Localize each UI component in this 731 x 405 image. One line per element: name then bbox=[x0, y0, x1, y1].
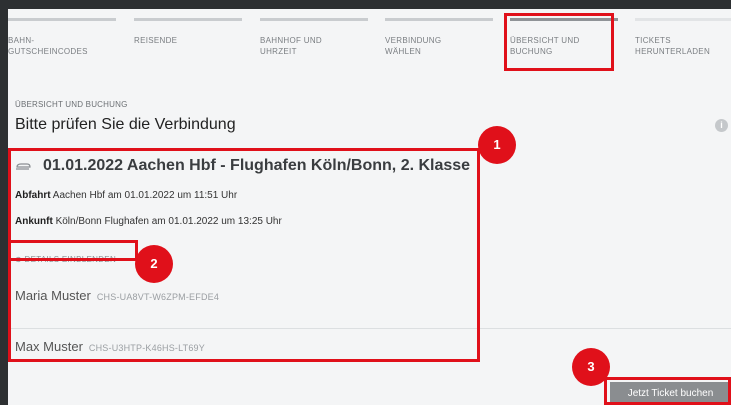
step-reisende[interactable]: Reisende bbox=[134, 9, 242, 46]
annotation-badge-1: 1 bbox=[478, 126, 516, 164]
highlight-step-box bbox=[504, 13, 614, 71]
step-label: Bahn- Gutscheincodes bbox=[8, 36, 88, 56]
annotation-badge-3: 3 bbox=[572, 348, 610, 386]
step-verbindung[interactable]: Verbindung wählen bbox=[385, 9, 493, 57]
step-label: Tickets herunterladen bbox=[635, 36, 711, 56]
step-label: Verbindung wählen bbox=[385, 36, 442, 56]
step-label: Reisende bbox=[134, 36, 178, 45]
section-label: ÜBERSICHT UND BUCHUNG bbox=[15, 100, 128, 109]
highlight-button-box bbox=[604, 377, 731, 405]
step-bahnhof-uhrzeit[interactable]: Bahnhof und Uhrzeit bbox=[260, 9, 368, 57]
info-icon[interactable]: i bbox=[715, 119, 728, 132]
highlight-details-box bbox=[8, 240, 138, 261]
annotation-badge-2: 2 bbox=[135, 245, 173, 283]
progress-steps: Bahn- Gutscheincodes Reisende Bahnhof un… bbox=[8, 9, 731, 79]
step-tickets-herunterladen[interactable]: Tickets herunterladen bbox=[635, 9, 731, 57]
page-title: Bitte prüfen Sie die Verbindung bbox=[15, 116, 236, 133]
step-gutscheincodes[interactable]: Bahn- Gutscheincodes bbox=[8, 9, 116, 57]
step-label: Bahnhof und Uhrzeit bbox=[260, 36, 322, 56]
